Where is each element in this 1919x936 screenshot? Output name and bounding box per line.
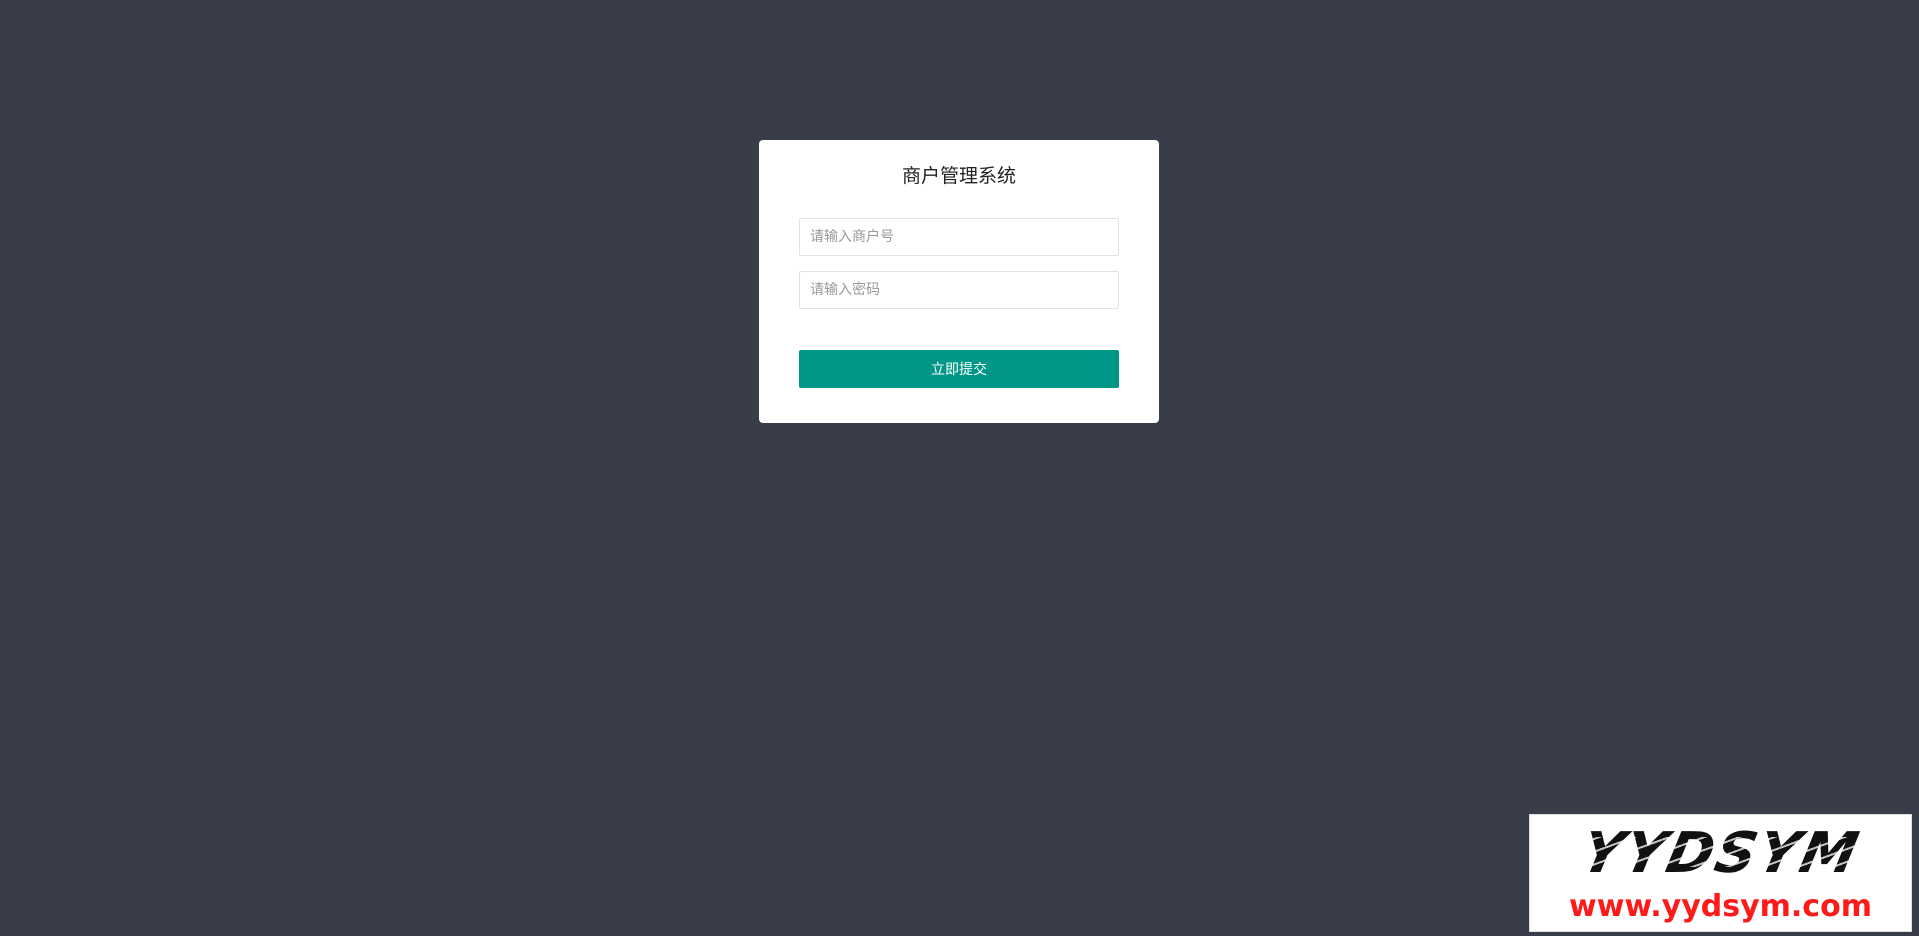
page-title: 商户管理系统 [901, 165, 1016, 187]
watermark-logo: YYDSYM www.yydsym.com [1529, 814, 1912, 932]
merchant-id-input[interactable] [799, 218, 1119, 256]
login-card: 商户管理系统 立即提交 [759, 140, 1159, 423]
password-input[interactable] [799, 271, 1119, 309]
login-page: { "colors": { "background": "#393d49", "… [0, 0, 1919, 936]
submit-button[interactable]: 立即提交 [799, 350, 1119, 388]
watermark-url: www.yydsym.com [1569, 889, 1872, 924]
watermark-brand: YYDSYM [1575, 821, 1866, 886]
